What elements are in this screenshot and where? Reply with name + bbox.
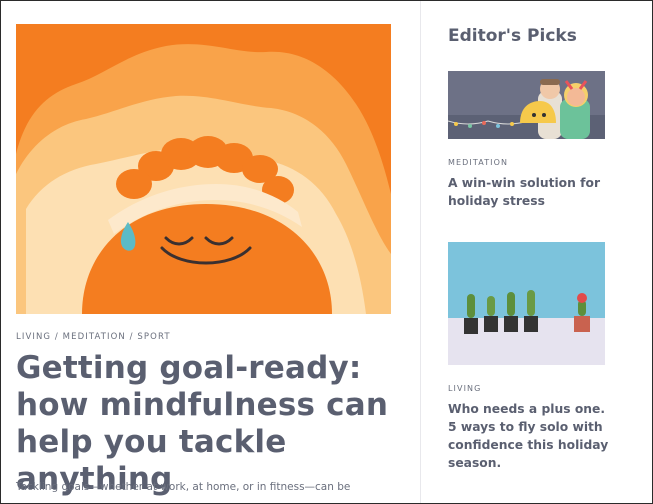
article-hero-image[interactable]: [16, 24, 391, 314]
pick-1-category[interactable]: MEDITATION: [448, 158, 508, 167]
pick-2-title[interactable]: Who needs a plus one. 5 ways to fly solo…: [448, 400, 613, 472]
article-headline[interactable]: Getting goal-ready: how mindfulness can …: [16, 350, 411, 498]
article-excerpt: Tackling goals—whether at work, at home,…: [16, 481, 351, 493]
article-tags[interactable]: LIVING / MEDITATION / SPORT: [16, 332, 171, 342]
column-divider: [420, 1, 421, 503]
pick-1-title[interactable]: A win-win solution for holiday stress: [448, 174, 613, 210]
pick-2-category[interactable]: LIVING: [448, 384, 481, 393]
editors-picks-title: Editor's Picks: [448, 26, 577, 46]
pick-1-image[interactable]: [448, 71, 605, 139]
pick-2-image[interactable]: [448, 242, 605, 365]
